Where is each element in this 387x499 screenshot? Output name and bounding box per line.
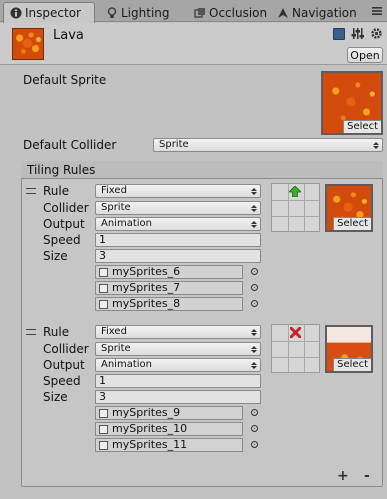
tab-lighting[interactable]: Lighting bbox=[100, 3, 176, 22]
object-picker-icon[interactable] bbox=[251, 409, 258, 416]
rule-1-sprite-preview[interactable]: Select bbox=[325, 184, 373, 232]
rule-1-drag-handle[interactable] bbox=[26, 188, 36, 194]
tab-inspector[interactable]: Inspector bbox=[3, 2, 95, 23]
asset-thumbnail bbox=[12, 28, 44, 60]
sprite-icon bbox=[99, 268, 108, 277]
rule-2-speed-field[interactable]: 1 bbox=[95, 374, 261, 388]
info-icon bbox=[10, 7, 22, 19]
rule-2-rule-label: Rule bbox=[43, 325, 70, 339]
dropdown-arrows-icon bbox=[373, 142, 379, 149]
rule-1-collider-label: Collider bbox=[43, 201, 89, 215]
sprite-name: mySprites_8 bbox=[112, 297, 181, 310]
add-rule-button[interactable]: + bbox=[337, 468, 349, 484]
rule-2-sprite-field-1[interactable]: mySprites_9 bbox=[95, 406, 243, 420]
default-collider-label: Default Collider bbox=[23, 138, 117, 152]
rule-2-output-value: Animation bbox=[101, 359, 152, 370]
default-collider-dropdown[interactable]: Sprite bbox=[153, 138, 383, 152]
rule-2-sprite-preview[interactable]: Select bbox=[325, 325, 373, 373]
object-picker-icon[interactable] bbox=[251, 284, 258, 291]
header-icons bbox=[333, 27, 383, 40]
asset-name: Lava bbox=[53, 28, 84, 43]
sprite-name: mySprites_10 bbox=[112, 422, 188, 435]
dropdown-arrows-icon bbox=[251, 329, 257, 336]
dropdown-arrows-icon bbox=[251, 362, 257, 369]
rule-2-collider-label: Collider bbox=[43, 342, 89, 356]
sprite-name: mySprites_6 bbox=[112, 265, 181, 278]
menu-icon[interactable] bbox=[371, 5, 383, 17]
dropdown-arrows-icon bbox=[251, 221, 257, 228]
rule-1-size-label: Size bbox=[43, 249, 68, 263]
tab-inspector-label: Inspector bbox=[25, 6, 81, 20]
dropdown-arrows-icon bbox=[251, 346, 257, 353]
open-button[interactable]: Open bbox=[347, 47, 383, 63]
sprite-name: mySprites_7 bbox=[112, 281, 181, 294]
tab-navigation[interactable]: Navigation bbox=[271, 3, 363, 22]
rule-1-sprite-field-3[interactable]: mySprites_8 bbox=[95, 297, 243, 311]
rule-1-rule-dropdown[interactable]: Fixed bbox=[95, 184, 261, 198]
remove-rule-button[interactable]: - bbox=[364, 468, 370, 484]
tab-navigation-label: Navigation bbox=[292, 5, 357, 20]
object-picker-icon[interactable] bbox=[251, 300, 258, 307]
tab-lighting-label: Lighting bbox=[121, 5, 170, 20]
sprite-name: mySprites_11 bbox=[112, 438, 188, 451]
rule-1-output-dropdown[interactable]: Animation bbox=[95, 217, 261, 231]
tiling-rules-title: Tiling Rules bbox=[21, 161, 383, 179]
rule-1-size-field[interactable]: 3 bbox=[95, 249, 261, 263]
dropdown-arrows-icon bbox=[251, 188, 257, 195]
rule-1-collider-dropdown[interactable]: Sprite bbox=[95, 201, 261, 215]
rule-2-output-dropdown[interactable]: Animation bbox=[95, 358, 261, 372]
default-sprite-select-button[interactable]: Select bbox=[343, 120, 381, 133]
rule-1-output-label: Output bbox=[43, 217, 85, 231]
dropdown-arrows-icon bbox=[251, 205, 257, 212]
rule-2-rule-dropdown[interactable]: Fixed bbox=[95, 325, 261, 339]
object-picker-icon[interactable] bbox=[251, 268, 258, 275]
rule-1-sprite-field-2[interactable]: mySprites_7 bbox=[95, 281, 243, 295]
lightbulb-icon bbox=[107, 6, 117, 18]
red-x-icon[interactable] bbox=[290, 327, 301, 338]
tab-strip: Inspector Lighting Occlusion Navigation bbox=[0, 0, 387, 23]
occlusion-icon bbox=[194, 7, 205, 18]
rule-1-speed-field[interactable]: 1 bbox=[95, 233, 261, 247]
sprite-icon bbox=[99, 409, 108, 418]
rule-1-rule-label: Rule bbox=[43, 184, 70, 198]
green-arrow-up-icon[interactable] bbox=[289, 186, 301, 197]
rule-1-output-value: Animation bbox=[101, 218, 152, 229]
sprite-name: mySprites_9 bbox=[112, 406, 181, 419]
rule-2-select-button[interactable]: Select bbox=[333, 358, 371, 371]
sprite-icon bbox=[99, 284, 108, 293]
rule-1-select-button[interactable]: Select bbox=[333, 217, 371, 230]
sprite-icon bbox=[99, 425, 108, 434]
help-book-icon[interactable] bbox=[333, 27, 345, 40]
object-picker-icon[interactable] bbox=[251, 425, 258, 432]
sprite-icon bbox=[99, 300, 108, 309]
tab-occlusion[interactable]: Occlusion bbox=[188, 3, 273, 22]
presets-icon[interactable] bbox=[351, 27, 364, 40]
default-sprite-label: Default Sprite bbox=[23, 73, 107, 87]
default-sprite-field[interactable]: Select bbox=[321, 71, 383, 135]
rule-2-collider-dropdown[interactable]: Sprite bbox=[95, 342, 261, 356]
navigation-icon bbox=[278, 7, 288, 18]
gear-icon[interactable] bbox=[370, 27, 383, 40]
default-collider-value: Sprite bbox=[159, 139, 189, 150]
tab-occlusion-label: Occlusion bbox=[209, 5, 268, 20]
rule-2-collider-value: Sprite bbox=[101, 343, 131, 354]
rule-2-rule-value: Fixed bbox=[101, 326, 127, 337]
rule-2-sprite-field-3[interactable]: mySprites_11 bbox=[95, 438, 243, 452]
sprite-icon bbox=[99, 441, 108, 450]
rule-2-drag-handle[interactable] bbox=[26, 329, 36, 335]
rule-1-speed-label: Speed bbox=[43, 233, 81, 247]
rule-1-collider-value: Sprite bbox=[101, 202, 131, 213]
rule-1-sprite-field-1[interactable]: mySprites_6 bbox=[95, 265, 243, 279]
rule-2-output-label: Output bbox=[43, 358, 85, 372]
rule-2-speed-label: Speed bbox=[43, 374, 81, 388]
rule-2-sprite-field-2[interactable]: mySprites_10 bbox=[95, 422, 243, 436]
object-picker-icon[interactable] bbox=[251, 441, 258, 448]
rule-1-rule-value: Fixed bbox=[101, 185, 127, 196]
rule-2-size-label: Size bbox=[43, 390, 68, 404]
rule-2-size-field[interactable]: 3 bbox=[95, 390, 261, 404]
asset-header: Lava Open bbox=[0, 23, 387, 65]
